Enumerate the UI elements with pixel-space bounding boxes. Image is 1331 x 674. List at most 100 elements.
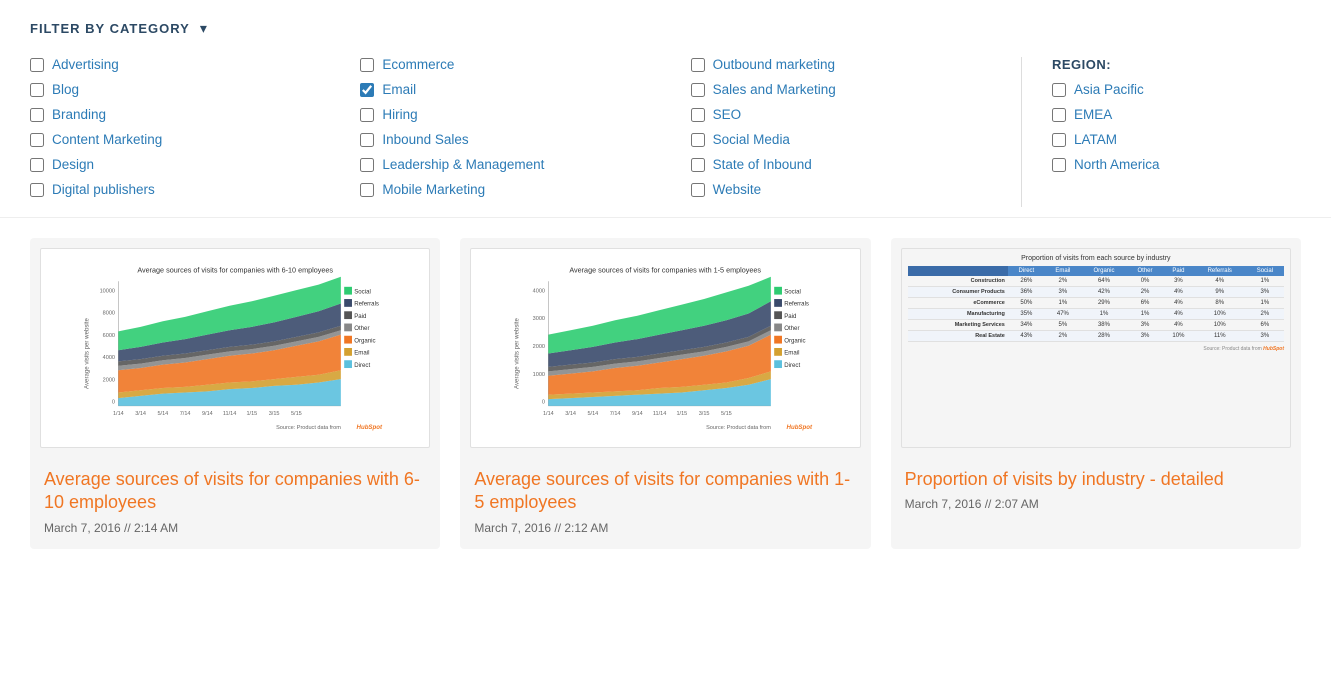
svg-text:6000: 6000 (103, 333, 115, 339)
checkbox-latam-input[interactable] (1052, 133, 1066, 147)
checkbox-outbound[interactable]: Outbound marketing (691, 57, 1001, 72)
checkbox-state-of-inbound[interactable]: State of Inbound (691, 157, 1001, 172)
card-3[interactable]: Proportion of visits from each source by… (891, 238, 1301, 549)
checkbox-seo-input[interactable] (691, 108, 705, 122)
checkbox-design[interactable]: Design (30, 157, 340, 172)
checkbox-emea-label: EMEA (1074, 107, 1112, 122)
filter-columns: Advertising Blog Branding Content Market… (30, 57, 1301, 207)
checkbox-inbound-sales[interactable]: Inbound Sales (360, 132, 670, 147)
checkbox-inbound-sales-input[interactable] (360, 133, 374, 147)
checkbox-north-america-label: North America (1074, 157, 1160, 172)
checkbox-branding[interactable]: Branding (30, 107, 340, 122)
checkbox-email-input[interactable] (360, 83, 374, 97)
content-area: Average sources of visits for companies … (0, 218, 1331, 569)
table-header-paid: Paid (1163, 266, 1194, 276)
checkbox-email-label: Email (382, 82, 416, 97)
checkbox-digital-publishers-input[interactable] (30, 183, 44, 197)
checkbox-latam[interactable]: LATAM (1052, 132, 1281, 147)
svg-text:Other: Other (354, 325, 369, 332)
table-header-direct: Direct (1008, 266, 1045, 276)
card-2-image: Average sources of visits for companies … (470, 248, 860, 448)
card-2-date: March 7, 2016 // 2:12 AM (474, 521, 856, 535)
checkbox-seo[interactable]: SEO (691, 107, 1001, 122)
checkbox-email[interactable]: Email (360, 82, 670, 97)
checkbox-advertising[interactable]: Advertising (30, 57, 340, 72)
svg-text:Referrals: Referrals (785, 301, 810, 308)
checkbox-advertising-label: Advertising (52, 57, 119, 72)
svg-text:Paid: Paid (785, 313, 797, 320)
checkbox-mobile-marketing-input[interactable] (360, 183, 374, 197)
checkbox-north-america-input[interactable] (1052, 158, 1066, 172)
table-row: eCommerce 50%1%29%6%4%8%1% (908, 298, 1284, 309)
checkbox-leadership[interactable]: Leadership & Management (360, 157, 670, 172)
checkbox-seo-label: SEO (713, 107, 742, 122)
checkbox-content-marketing-input[interactable] (30, 133, 44, 147)
checkbox-blog-input[interactable] (30, 83, 44, 97)
svg-text:Paid: Paid (354, 313, 366, 320)
checkbox-advertising-input[interactable] (30, 58, 44, 72)
checkbox-outbound-input[interactable] (691, 58, 705, 72)
svg-text:2000: 2000 (533, 344, 545, 350)
checkbox-digital-publishers-label: Digital publishers (52, 182, 155, 197)
checkbox-social-media-input[interactable] (691, 133, 705, 147)
checkbox-website[interactable]: Website (691, 182, 1001, 197)
svg-text:3000: 3000 (533, 316, 545, 322)
table-header-blank (908, 266, 1008, 276)
svg-text:3/14: 3/14 (566, 411, 577, 417)
svg-text:3/14: 3/14 (135, 411, 146, 417)
svg-text:HubSpot: HubSpot (357, 424, 383, 431)
checkbox-asia-pacific[interactable]: Asia Pacific (1052, 82, 1281, 97)
table-header-organic: Organic (1081, 266, 1127, 276)
checkbox-ecommerce-input[interactable] (360, 58, 374, 72)
svg-text:Organic: Organic (354, 337, 375, 344)
svg-text:Average visits per website: Average visits per website (83, 318, 90, 389)
checkbox-hiring-label: Hiring (382, 107, 417, 122)
checkbox-website-input[interactable] (691, 183, 705, 197)
checkbox-sales-marketing[interactable]: Sales and Marketing (691, 82, 1001, 97)
checkbox-inbound-sales-label: Inbound Sales (382, 132, 468, 147)
svg-text:3/15: 3/15 (699, 411, 710, 417)
checkbox-asia-pacific-input[interactable] (1052, 83, 1066, 97)
checkbox-hiring-input[interactable] (360, 108, 374, 122)
filter-section: FILTER BY CATEGORY ▾ Advertising Blog Br… (0, 0, 1331, 218)
card-2-body: Average sources of visits for companies … (460, 458, 870, 549)
checkbox-north-america[interactable]: North America (1052, 157, 1281, 172)
filter-col-3: Outbound marketing Sales and Marketing S… (691, 57, 1021, 207)
checkbox-sales-marketing-label: Sales and Marketing (713, 82, 836, 97)
checkbox-mobile-marketing[interactable]: Mobile Marketing (360, 182, 670, 197)
card-1-body: Average sources of visits for companies … (30, 458, 440, 549)
checkbox-state-of-inbound-input[interactable] (691, 158, 705, 172)
svg-text:9/14: 9/14 (202, 411, 213, 417)
checkbox-emea[interactable]: EMEA (1052, 107, 1281, 122)
checkbox-emea-input[interactable] (1052, 108, 1066, 122)
chevron-down-icon: ▾ (200, 20, 207, 37)
checkbox-content-marketing-label: Content Marketing (52, 132, 162, 147)
checkbox-blog[interactable]: Blog (30, 82, 340, 97)
checkbox-content-marketing[interactable]: Content Marketing (30, 132, 340, 147)
checkbox-state-of-inbound-label: State of Inbound (713, 157, 812, 172)
svg-text:5/14: 5/14 (157, 411, 168, 417)
svg-text:3/15: 3/15 (269, 411, 280, 417)
checkbox-ecommerce[interactable]: Ecommerce (360, 57, 670, 72)
checkbox-design-label: Design (52, 157, 94, 172)
card-3-source: Source: Product data from HubSpot (908, 346, 1284, 352)
svg-text:Direct: Direct (354, 362, 370, 369)
checkbox-asia-pacific-label: Asia Pacific (1074, 82, 1144, 97)
checkbox-sales-marketing-input[interactable] (691, 83, 705, 97)
checkbox-hiring[interactable]: Hiring (360, 107, 670, 122)
svg-text:4000: 4000 (103, 355, 115, 361)
region-label: REGION: (1052, 57, 1281, 72)
card-2[interactable]: Average sources of visits for companies … (460, 238, 870, 549)
card-1[interactable]: Average sources of visits for companies … (30, 238, 440, 549)
svg-text:Average sources of visits for: Average sources of visits for companies … (570, 265, 762, 274)
svg-text:7/14: 7/14 (180, 411, 191, 417)
checkbox-social-media[interactable]: Social Media (691, 132, 1001, 147)
checkbox-digital-publishers[interactable]: Digital publishers (30, 182, 340, 197)
checkbox-design-input[interactable] (30, 158, 44, 172)
checkbox-branding-input[interactable] (30, 108, 44, 122)
filter-header[interactable]: FILTER BY CATEGORY ▾ (30, 20, 1301, 37)
checkbox-outbound-label: Outbound marketing (713, 57, 835, 72)
chart-1-svg: Average sources of visits for companies … (51, 259, 419, 437)
checkbox-leadership-input[interactable] (360, 158, 374, 172)
svg-text:HubSpot: HubSpot (787, 424, 813, 431)
